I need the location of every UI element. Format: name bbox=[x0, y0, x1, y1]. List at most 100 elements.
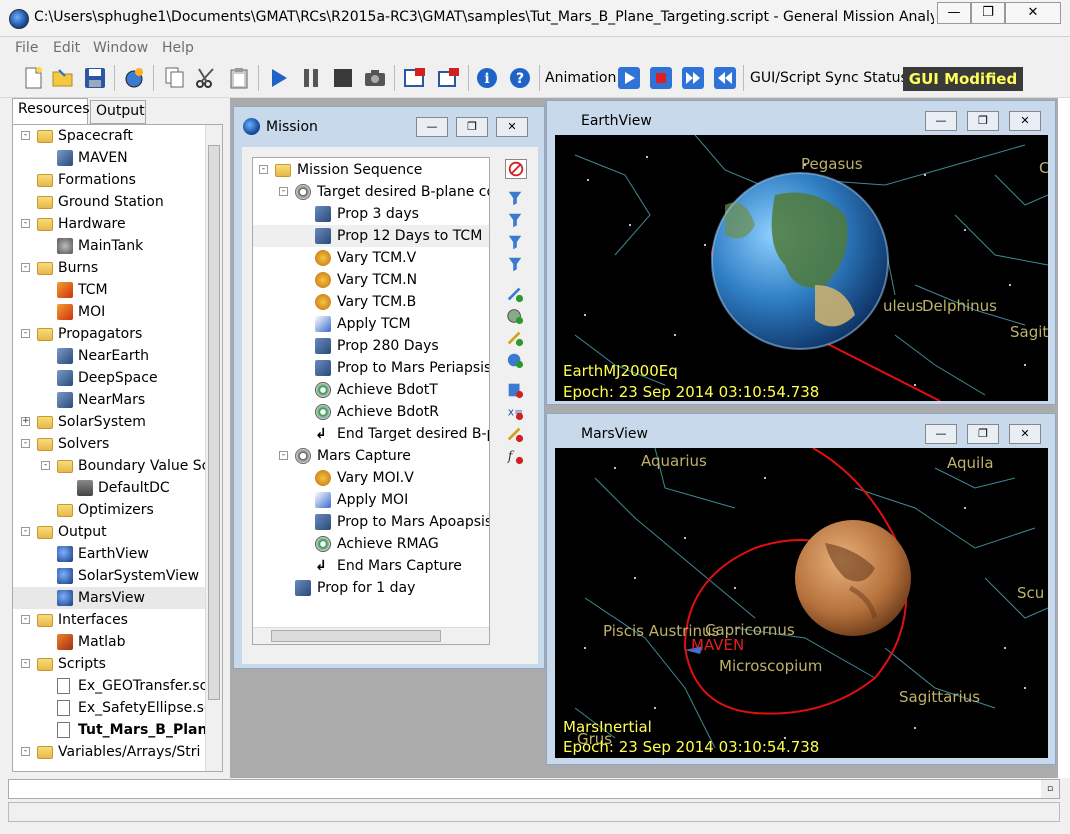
tree-item-script[interactable]: Ex_GEOTransfer.scr bbox=[13, 675, 213, 697]
menu-file[interactable]: File bbox=[15, 40, 38, 56]
mission-command-item[interactable]: Prop to Mars Periapsis bbox=[253, 357, 489, 379]
minimize-button[interactable]: — bbox=[937, 2, 971, 24]
tree-item-earthview[interactable]: EarthView bbox=[13, 543, 205, 565]
mission-target-node[interactable]: - Target desired B-plane co bbox=[253, 181, 489, 203]
remove-icon[interactable]: x= bbox=[505, 403, 527, 423]
collapse-icon[interactable]: - bbox=[21, 747, 30, 756]
mission-command-item[interactable]: Prop to Mars Apoapsis bbox=[253, 511, 489, 533]
menu-edit[interactable]: Edit bbox=[53, 40, 80, 56]
tree-item-solarsystemview[interactable]: SolarSystemView bbox=[13, 565, 205, 587]
collapse-icon[interactable]: - bbox=[279, 451, 288, 460]
tree-item-script[interactable]: Ex_SafetyEllipse.sc bbox=[13, 697, 212, 719]
tree-folder-optimizers[interactable]: Optimizers bbox=[13, 499, 205, 521]
tree-item-maintank[interactable]: MainTank bbox=[13, 235, 205, 257]
add-propagate-icon[interactable] bbox=[505, 285, 527, 305]
mission-command-item[interactable]: Apply MOI bbox=[253, 489, 489, 511]
mission-command-item[interactable]: Vary MOI.V bbox=[253, 467, 489, 489]
collapse-icon[interactable]: - bbox=[21, 329, 30, 338]
mission-command-item[interactable]: Apply TCM bbox=[253, 313, 489, 335]
marsview-minimize-button[interactable]: — bbox=[925, 424, 957, 444]
resource-tree-scrollbar[interactable] bbox=[205, 125, 222, 771]
collapse-icon[interactable]: - bbox=[21, 131, 30, 140]
camera-icon[interactable] bbox=[362, 65, 388, 91]
earth-view-canvas[interactable]: Pegasus C uleus Delphinus Sagit EarthMJ2… bbox=[555, 135, 1048, 401]
maximize-button[interactable]: ❐ bbox=[971, 2, 1005, 24]
menu-help[interactable]: Help bbox=[162, 40, 194, 56]
mission-command-item[interactable]: ↲ End Mars Capture bbox=[253, 555, 489, 577]
tree-folder-propagators[interactable]: - Propagators bbox=[13, 323, 205, 345]
help-icon[interactable]: ? bbox=[507, 65, 533, 91]
add-script-icon[interactable] bbox=[505, 329, 527, 349]
mission-command-item[interactable]: Prop 280 Days bbox=[253, 335, 489, 357]
collapse-icon[interactable]: - bbox=[41, 461, 50, 470]
filter-icon[interactable] bbox=[505, 211, 527, 231]
earthview-close-button[interactable]: ✕ bbox=[1009, 111, 1041, 131]
tree-item-maven[interactable]: MAVEN bbox=[13, 147, 205, 169]
collapse-icon[interactable]: - bbox=[279, 187, 288, 196]
animation-slower-icon[interactable] bbox=[712, 65, 738, 91]
collapse-icon[interactable]: - bbox=[21, 615, 30, 624]
mission-command-item[interactable]: Achieve RMAG bbox=[253, 533, 489, 555]
collapse-icon[interactable]: - bbox=[21, 527, 30, 536]
run-icon[interactable] bbox=[266, 65, 292, 91]
tree-folder-burns[interactable]: - Burns bbox=[13, 257, 205, 279]
copy-icon[interactable] bbox=[162, 65, 188, 91]
tab-resources[interactable]: Resources bbox=[12, 98, 90, 124]
mission-close-button[interactable]: ✕ bbox=[496, 117, 528, 137]
mission-tree-hscrollbar[interactable] bbox=[253, 627, 489, 644]
tree-folder-boundary-value[interactable]: - Boundary Value Sc bbox=[13, 455, 209, 477]
tree-item-nearmars[interactable]: NearMars bbox=[13, 389, 205, 411]
tree-item-tcm[interactable]: TCM bbox=[13, 279, 205, 301]
collapse-icon[interactable]: - bbox=[21, 263, 30, 272]
add-target-icon[interactable] bbox=[505, 307, 527, 327]
expand-icon[interactable]: + bbox=[21, 417, 30, 426]
tree-item-matlab[interactable]: Matlab bbox=[13, 631, 205, 653]
collapse-icon[interactable]: - bbox=[259, 165, 268, 174]
close-window-icon[interactable] bbox=[402, 65, 428, 91]
stop-icon[interactable] bbox=[330, 65, 356, 91]
pause-icon[interactable] bbox=[298, 65, 324, 91]
remove-function-icon[interactable]: f bbox=[505, 447, 527, 467]
paste-icon[interactable] bbox=[226, 65, 252, 91]
earthview-maximize-button[interactable]: ❐ bbox=[967, 111, 999, 131]
tree-folder-solarsystem[interactable]: + SolarSystem bbox=[13, 411, 205, 433]
menu-window[interactable]: Window bbox=[93, 40, 148, 56]
scrollbar-thumb[interactable] bbox=[208, 145, 220, 700]
close-all-icon[interactable] bbox=[436, 65, 462, 91]
new-file-icon[interactable] bbox=[20, 65, 46, 91]
add-report-icon[interactable] bbox=[505, 351, 527, 371]
mission-sequence-root[interactable]: - Mission Sequence bbox=[253, 159, 489, 181]
mission-target-node[interactable]: - Mars Capture bbox=[253, 445, 489, 467]
message-window[interactable]: ▫ bbox=[8, 779, 1060, 799]
info-icon[interactable]: i bbox=[474, 65, 500, 91]
open-folder-icon[interactable] bbox=[50, 65, 76, 91]
animation-play-icon[interactable] bbox=[616, 65, 642, 91]
tree-folder-solvers[interactable]: - Solvers bbox=[13, 433, 205, 455]
animation-faster-icon[interactable] bbox=[680, 65, 706, 91]
mission-command-item[interactable]: ↲ End Target desired B-p bbox=[253, 423, 489, 445]
tree-folder-spacecraft[interactable]: - Spacecraft bbox=[13, 125, 205, 147]
stop-sequence-icon[interactable] bbox=[505, 159, 527, 179]
tree-folder-variables[interactable]: - Variables/Arrays/Stri bbox=[13, 741, 205, 763]
earthview-minimize-button[interactable]: — bbox=[925, 111, 957, 131]
tree-item-nearearth[interactable]: NearEarth bbox=[13, 345, 205, 367]
mission-command-item[interactable]: Vary TCM.B bbox=[253, 291, 489, 313]
marsview-close-button[interactable]: ✕ bbox=[1009, 424, 1041, 444]
delete-icon[interactable] bbox=[505, 381, 527, 401]
tree-item-defaultdc[interactable]: DefaultDC bbox=[13, 477, 205, 499]
close-button[interactable]: ✕ bbox=[1005, 2, 1061, 24]
mars-view-canvas[interactable]: Aquarius Aquila Scu Piscis Austrinus Cap… bbox=[555, 448, 1048, 758]
mission-command-item[interactable]: Prop 3 days bbox=[253, 203, 489, 225]
tree-item-script[interactable]: Tut_Mars_B_Plane bbox=[13, 719, 217, 741]
mission-minimize-button[interactable]: — bbox=[416, 117, 448, 137]
message-toggle-button[interactable]: ▫ bbox=[1041, 780, 1059, 798]
mission-command-item[interactable]: Achieve BdotR bbox=[253, 401, 489, 423]
mission-maximize-button[interactable]: ❐ bbox=[456, 117, 488, 137]
tree-folder-ground-station[interactable]: Ground Station bbox=[13, 191, 205, 213]
tree-folder-formations[interactable]: Formations bbox=[13, 169, 205, 191]
collapse-icon[interactable]: - bbox=[21, 439, 30, 448]
tree-folder-output[interactable]: - Output bbox=[13, 521, 205, 543]
mission-command-item[interactable]: Vary TCM.V bbox=[253, 247, 489, 269]
mission-command-item[interactable]: Vary TCM.N bbox=[253, 269, 489, 291]
scrollbar-thumb[interactable] bbox=[271, 630, 441, 642]
